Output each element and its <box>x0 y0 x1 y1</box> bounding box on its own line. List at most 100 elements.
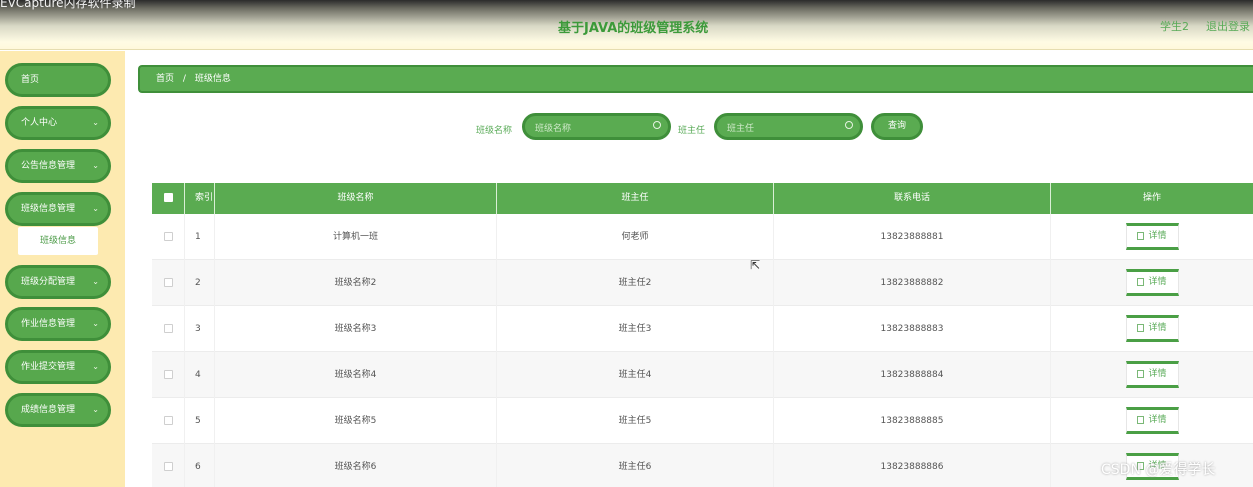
sidebar-item-class-management[interactable]: 班级信息管理 ⌄ <box>5 192 111 226</box>
table-row: 2 班级名称2 班主任2 13823888882 详情 <box>152 260 1253 306</box>
row-select-cell <box>152 214 185 260</box>
document-icon <box>1137 369 1145 378</box>
sidebar-item-label: 作业提交管理 <box>21 362 76 372</box>
sidebar-item-label: 公告信息管理 <box>21 161 76 171</box>
sidebar-item-label: 作业信息管理 <box>21 319 76 329</box>
row-teacher: 班主任3 <box>497 306 774 352</box>
row-class-name: 班级名称4 <box>215 352 497 398</box>
row-phone: 13823888883 <box>774 306 1051 352</box>
row-checkbox[interactable] <box>163 232 173 241</box>
row-index: 6 <box>185 444 215 487</box>
chevron-down-icon: ⌄ <box>92 277 99 286</box>
chevron-down-icon: ⌄ <box>92 204 99 213</box>
row-class-name: 班级名称6 <box>215 444 497 487</box>
class-info-table: 索引 班级名称 班主任 联系电话 操作 1 计算机一班 何老师 13823888… <box>152 183 1253 487</box>
table-row: 6 班级名称6 班主任6 13823888886 详情 <box>152 444 1253 487</box>
column-header-class-name: 班级名称 <box>215 183 497 214</box>
row-checkbox[interactable] <box>163 324 173 333</box>
row-checkbox[interactable] <box>163 278 173 287</box>
sidebar-item-label: 首页 <box>21 75 40 85</box>
sidebar: 首页 个人中心 ⌄ 公告信息管理 ⌄ 班级信息管理 ⌄ 班级信息 班级分配管理 … <box>0 51 125 487</box>
row-actions: 详情 <box>1051 398 1253 444</box>
main-content: 首页 / 班级信息 班级名称 班主任 查询 索引 班级名称 班主任 联系电话 操… <box>125 51 1253 487</box>
search-icon <box>653 121 661 129</box>
current-user-link[interactable]: 学生2 <box>1160 18 1189 34</box>
chevron-down-icon: ⌄ <box>92 362 99 371</box>
table-row: 4 班级名称4 班主任4 13823888884 详情 <box>152 352 1253 398</box>
row-checkbox[interactable] <box>163 416 173 425</box>
row-select-cell <box>152 306 185 352</box>
detail-button[interactable]: 详情 <box>1125 407 1179 434</box>
detail-button-label: 详情 <box>1148 415 1167 425</box>
detail-button-label: 详情 <box>1148 369 1167 379</box>
sidebar-item-personal-center[interactable]: 个人中心 ⌄ <box>5 106 111 140</box>
row-class-name: 班级名称5 <box>215 398 497 444</box>
select-all-checkbox[interactable] <box>163 193 173 202</box>
detail-button[interactable]: 详情 <box>1125 223 1179 250</box>
detail-button[interactable]: 详情 <box>1125 315 1179 342</box>
sidebar-subitem-class-info[interactable]: 班级信息 <box>18 227 98 255</box>
sidebar-item-submission-management[interactable]: 作业提交管理 ⌄ <box>5 350 111 384</box>
search-icon <box>845 121 853 129</box>
column-header-index: 索引 <box>185 183 215 214</box>
chevron-down-icon: ⌄ <box>92 161 99 170</box>
class-name-search-label: 班级名称 <box>476 126 513 136</box>
row-checkbox[interactable] <box>163 370 173 379</box>
row-index: 5 <box>185 398 215 444</box>
row-actions: 详情 <box>1051 260 1253 306</box>
teacher-search-input[interactable] <box>717 118 835 140</box>
teacher-search-box <box>714 113 863 140</box>
row-teacher: 班主任5 <box>497 398 774 444</box>
chevron-down-icon: ⌄ <box>92 118 99 127</box>
class-name-search-input[interactable] <box>525 118 643 140</box>
row-teacher: 班主任6 <box>497 444 774 487</box>
breadcrumb-separator: / <box>182 74 186 84</box>
document-icon <box>1137 277 1145 286</box>
sidebar-item-grade-management[interactable]: 成绩信息管理 ⌄ <box>5 393 111 427</box>
row-phone: 13823888886 <box>774 444 1051 487</box>
row-actions: 详情 <box>1051 214 1253 260</box>
sidebar-item-label: 班级分配管理 <box>21 277 76 287</box>
select-all-cell <box>152 183 185 214</box>
query-button[interactable]: 查询 <box>871 113 923 140</box>
row-actions: 详情 <box>1051 306 1253 352</box>
row-index: 3 <box>185 306 215 352</box>
column-header-phone: 联系电话 <box>774 183 1051 214</box>
sidebar-item-home[interactable]: 首页 <box>5 63 111 97</box>
row-class-name: 计算机一班 <box>215 214 497 260</box>
row-select-cell <box>152 444 185 487</box>
row-teacher: 何老师 <box>497 214 774 260</box>
detail-button[interactable]: 详情 <box>1125 361 1179 388</box>
document-icon <box>1137 323 1145 332</box>
breadcrumb-home-link[interactable]: 首页 <box>156 74 174 84</box>
row-select-cell <box>152 398 185 444</box>
table-header-row: 索引 班级名称 班主任 联系电话 操作 <box>152 183 1253 214</box>
table-row: 1 计算机一班 何老师 13823888881 详情 <box>152 214 1253 260</box>
row-checkbox[interactable] <box>163 462 173 471</box>
detail-button[interactable]: 详情 <box>1125 269 1179 296</box>
sidebar-item-notice-management[interactable]: 公告信息管理 ⌄ <box>5 149 111 183</box>
class-name-search-box <box>522 113 671 140</box>
row-phone: 13823888882 <box>774 260 1051 306</box>
chevron-down-icon: ⌄ <box>92 319 99 328</box>
row-index: 1 <box>185 214 215 260</box>
sidebar-item-label: 班级信息管理 <box>21 204 76 214</box>
app-title: 基于JAVA的班级管理系统 <box>558 21 709 36</box>
breadcrumb-current: 班级信息 <box>194 74 231 84</box>
document-icon <box>1137 415 1145 424</box>
row-phone: 13823888881 <box>774 214 1051 260</box>
row-select-cell <box>152 260 185 306</box>
detail-button-label: 详情 <box>1148 323 1167 333</box>
chevron-down-icon: ⌄ <box>92 405 99 414</box>
sidebar-item-class-assignment[interactable]: 班级分配管理 ⌄ <box>5 265 111 299</box>
row-class-name: 班级名称2 <box>215 260 497 306</box>
sidebar-item-homework-management[interactable]: 作业信息管理 ⌄ <box>5 307 111 341</box>
sidebar-item-label: 成绩信息管理 <box>21 405 76 415</box>
table-row: 3 班级名称3 班主任3 13823888883 详情 <box>152 306 1253 352</box>
detail-button-label: 详情 <box>1148 277 1167 287</box>
sidebar-item-label: 个人中心 <box>21 118 58 128</box>
row-select-cell <box>152 352 185 398</box>
table-row: 5 班级名称5 班主任5 13823888885 详情 <box>152 398 1253 444</box>
logout-link[interactable]: 退出登录 <box>1206 18 1250 34</box>
csdn-watermark: CSDN @爱得学长 <box>1101 462 1216 478</box>
